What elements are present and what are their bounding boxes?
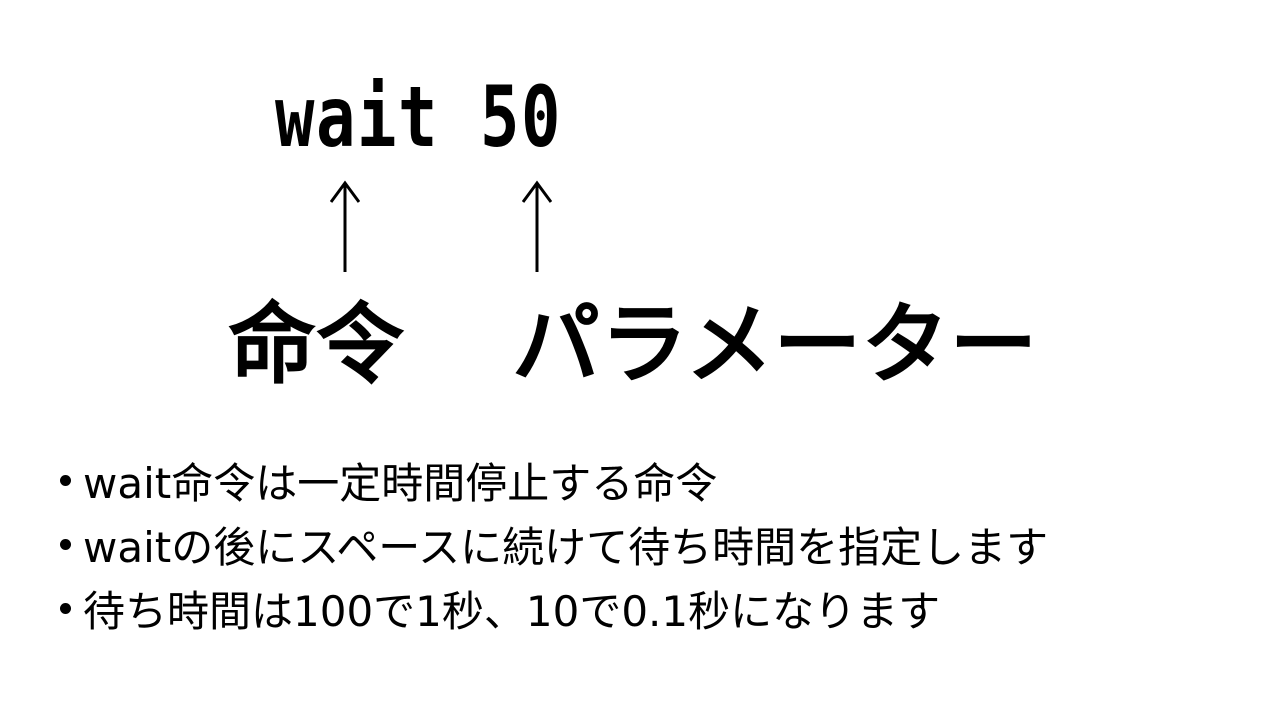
bullet-item: 待ち時間は100で1秒、10で0.1秒になります [60,576,1048,640]
parameter-label: パラメーター [512,293,1038,396]
up-arrow-icon [522,180,552,272]
bullet-text: wait命令は一定時間停止する命令 [83,458,718,508]
command-label: 命令 [228,293,405,396]
code-example: wait 50 [275,68,563,166]
up-arrow-icon [330,180,360,272]
bullet-text: 待ち時間は100で1秒、10で0.1秒になります [83,586,941,636]
bullet-item: wait命令は一定時間停止する命令 [60,448,1048,512]
bullet-text: waitの後にスペースに続けて待ち時間を指定します [83,522,1049,572]
bullet-list: wait命令は一定時間停止する命令 waitの後にスペースに続けて待ち時間を指定… [60,448,1048,640]
bullet-dot-icon [60,602,71,614]
bullet-dot-icon [60,538,71,550]
bullet-item: waitの後にスペースに続けて待ち時間を指定します [60,512,1048,576]
bullet-dot-icon [60,474,71,486]
